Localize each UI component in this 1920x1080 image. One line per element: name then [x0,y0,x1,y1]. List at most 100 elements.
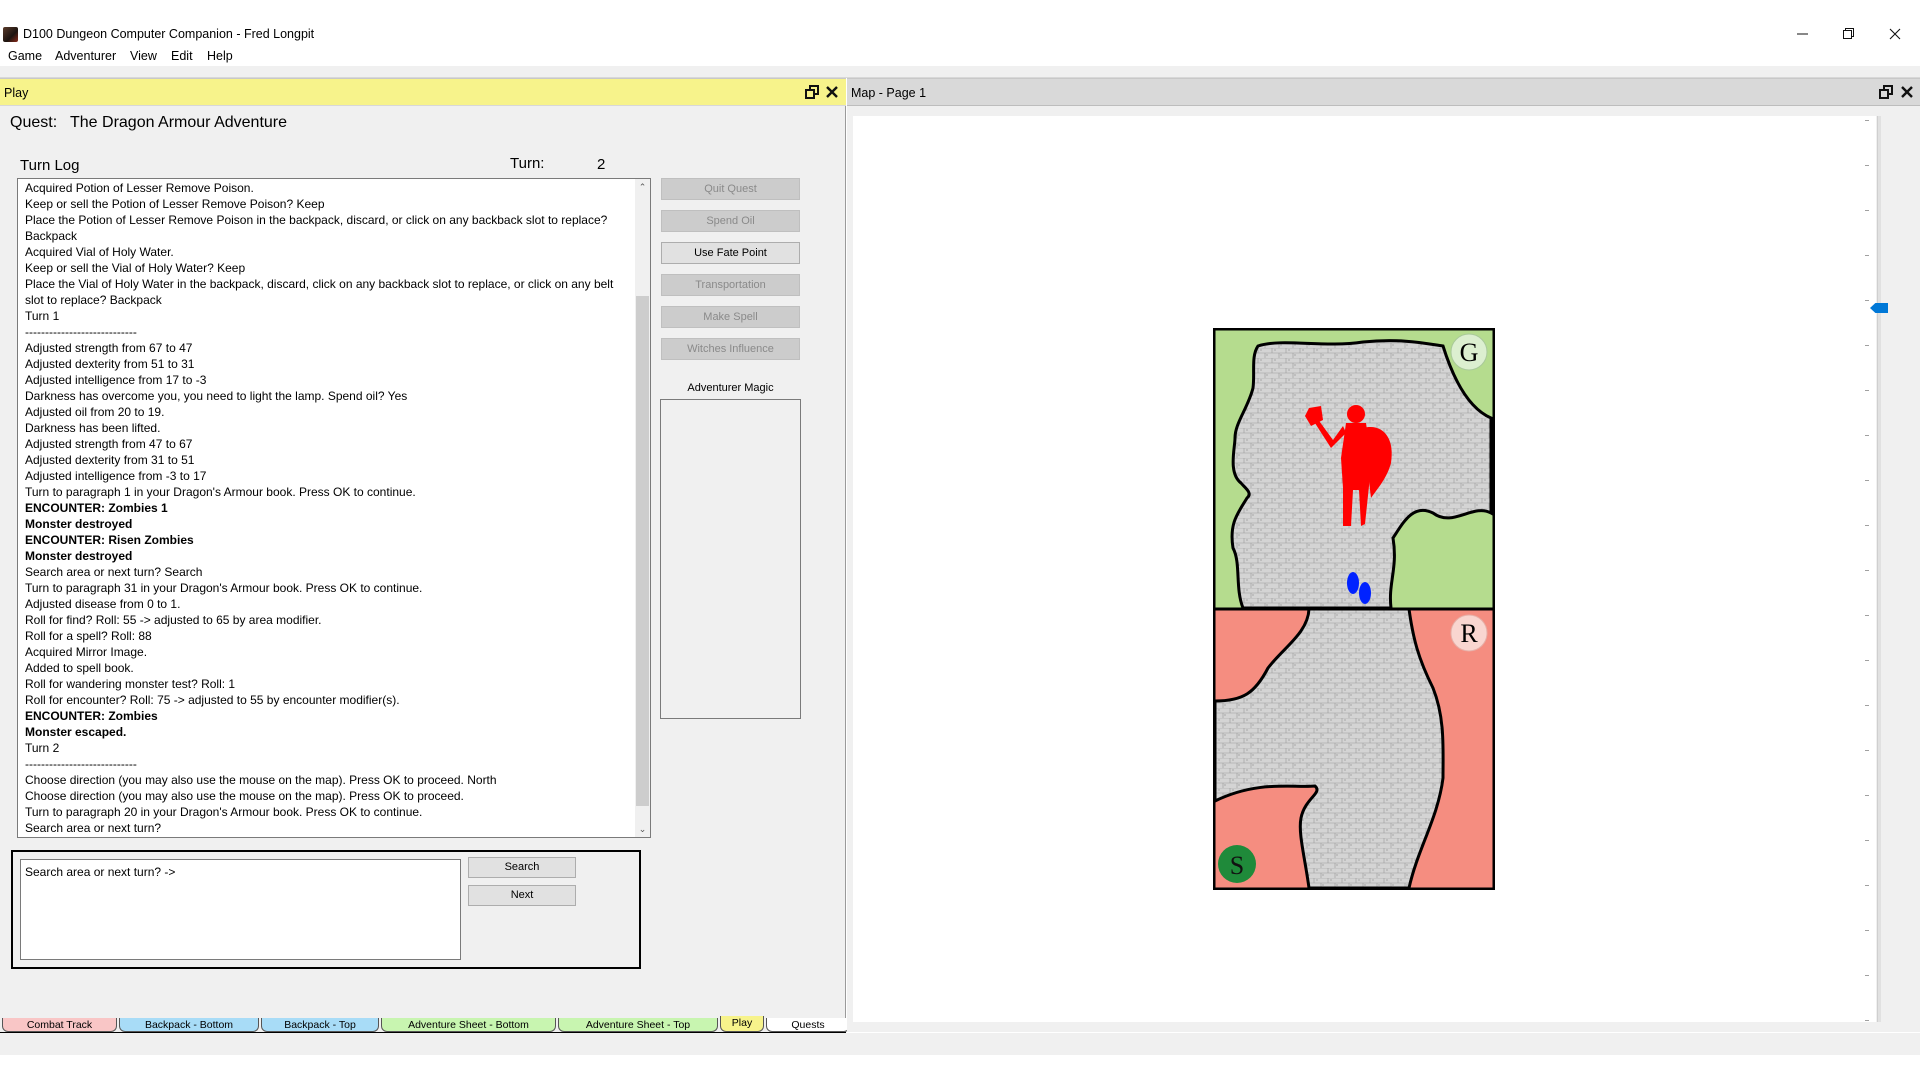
turn-log-line: Adjusted disease from 0 to 1. [25,597,181,611]
adventurer-magic-list[interactable] [660,399,801,719]
prompt-text-area[interactable]: Search area or next turn? -> [20,859,461,960]
turn-log-line: Place the Vial of Holy Water in the back… [25,277,617,307]
tab-play[interactable]: Play [720,1016,764,1032]
slider-tick [1865,975,1869,976]
start-marker-label: S [1230,851,1244,880]
tab-adventure-sheet-top[interactable]: Adventure Sheet - Top [558,1018,718,1032]
slider-tick [1865,615,1869,616]
tab-quests[interactable]: Quests [766,1018,850,1032]
map-tile-red[interactable]: R S [1213,607,1495,890]
spend-oil-button[interactable]: Spend Oil [661,210,800,232]
slider-tick [1865,210,1869,211]
map-tile-green[interactable]: G [1213,328,1495,611]
scrollbar-thumb[interactable] [636,296,649,806]
turn-log-line: Search area or next turn? Search [25,565,203,579]
adventurer-magic-label: Adventurer Magic [687,382,774,394]
witches-influence-button[interactable]: Witches Influence [661,338,800,360]
turn-log-line: Turn 1 [25,309,60,323]
turn-log-line: ENCOUNTER: Zombies [25,709,158,723]
map-panel-title: Map - Page 1 [851,86,927,100]
float-window-icon[interactable] [804,85,820,101]
minimize-icon[interactable] [1780,20,1826,48]
slider-tick [1865,300,1869,301]
turn-value: 2 [597,156,606,173]
turn-log-line: Monster escaped. [25,725,127,739]
turn-log-line: Adjusted intelligence from -3 to 17 [25,469,207,483]
scroll-down-icon[interactable]: ⌄ [635,821,650,837]
slider-tick [1865,570,1869,571]
app-icon [3,27,18,42]
turn-log-line: Keep or sell the Vial of Holy Water? Kee… [25,261,246,275]
tile-badge-r-label: R [1460,619,1478,648]
tab-combat-track[interactable]: Combat Track [2,1018,117,1032]
restore-icon[interactable] [1826,20,1872,48]
dungeon-map[interactable]: G R S [1213,328,1495,890]
slider-tick [1865,255,1869,256]
turn-log-line: Monster destroyed [25,517,133,531]
use-fate-point-button[interactable]: Use Fate Point [661,242,800,264]
map-canvas[interactable]: G R S [853,116,1876,1022]
next-button[interactable]: Next [468,885,576,906]
close-panel-icon[interactable] [824,85,840,101]
slider-tick [1865,345,1869,346]
turn-log-line: Turn 2 [25,741,60,755]
make-spell-button[interactable]: Make Spell [661,306,800,328]
quest-label: Quest: [10,114,58,131]
close-icon[interactable] [1872,20,1918,48]
turn-log-line: Keep or sell the Potion of Lesser Remove… [25,197,325,211]
tool-strip [0,66,1920,78]
float-window-icon[interactable] [1878,85,1894,101]
turn-log[interactable]: Acquired Potion of Lesser Remove Poison.… [17,178,651,838]
tab-adventure-sheet-bottom[interactable]: Adventure Sheet - Bottom [381,1018,556,1032]
slider-tick [1865,750,1869,751]
turn-log-scrollbar[interactable]: ⌃ ⌄ [635,179,650,837]
slider-tick [1865,120,1869,121]
slider-tick [1865,795,1869,796]
turn-log-line: Place the Potion of Lesser Remove Poison… [25,213,611,243]
tab-backpack-bottom[interactable]: Backpack - Bottom [119,1018,259,1032]
quit-quest-button[interactable]: Quit Quest [661,178,800,200]
zoom-slider[interactable] [1877,116,1881,1022]
turn-log-line: Adjusted intelligence from 17 to -3 [25,373,207,387]
transportation-button[interactable]: Transportation [661,274,800,296]
turn-log-line: Monster destroyed [25,549,133,563]
slider-tick [1865,930,1869,931]
turn-log-line: Acquired Vial of Holy Water. [25,245,174,259]
menu-view[interactable]: View [130,49,157,63]
turn-log-line: Roll for find? Roll: 55 -> adjusted to 6… [25,613,322,627]
turn-log-lines: Acquired Potion of Lesser Remove Poison.… [25,180,634,836]
slider-tick [1865,705,1869,706]
play-panel-header: Play [0,78,846,106]
turn-log-line: Roll for wandering monster test? Roll: 1 [25,677,236,691]
menu-game[interactable]: Game [8,49,42,63]
turn-log-line: ENCOUNTER: Zombies 1 [25,501,168,515]
slider-tick [1865,390,1869,391]
turn-label: Turn: [510,155,545,172]
turn-log-line: Adjusted oil from 20 to 19. [25,405,165,419]
turn-log-label: Turn Log [20,157,80,174]
turn-log-line: Adjusted strength from 67 to 47 [25,341,193,355]
turn-log-line: Turn to paragraph 31 in your Dragon's Ar… [25,581,423,595]
menu-adventurer[interactable]: Adventurer [55,49,116,63]
turn-log-line: Darkness has been lifted. [25,421,161,435]
map-panel: Map - Page 1 G R S [847,78,1920,1032]
close-panel-icon[interactable] [1899,85,1915,101]
slider-tick [1865,1020,1869,1021]
quest-name: The Dragon Armour Adventure [70,114,288,131]
play-panel-title: Play [4,86,29,100]
status-strip [0,1033,1920,1055]
menu-edit[interactable]: Edit [171,49,193,63]
tab-backpack-top[interactable]: Backpack - Top [261,1018,379,1032]
prompt-group: Search area or next turn? -> Search Next [11,850,641,969]
menu-help[interactable]: Help [207,49,233,63]
turn-log-line: Roll for a spell? Roll: 88 [25,629,152,643]
slider-tick [1865,840,1869,841]
window-title: D100 Dungeon Computer Companion - Fred L… [23,27,315,41]
scroll-up-icon[interactable]: ⌃ [635,179,650,195]
tab-bar: Combat Track Backpack - Bottom Backpack - … [0,1016,850,1033]
turn-log-line: Acquired Potion of Lesser Remove Poison. [25,181,254,195]
turn-log-line: Search area or next turn? [25,821,162,835]
title-bar: D100 Dungeon Computer Companion - Fred L… [0,0,1920,50]
turn-log-line: Roll for encounter? Roll: 75 -> adjusted… [25,693,400,707]
search-button[interactable]: Search [468,857,576,878]
